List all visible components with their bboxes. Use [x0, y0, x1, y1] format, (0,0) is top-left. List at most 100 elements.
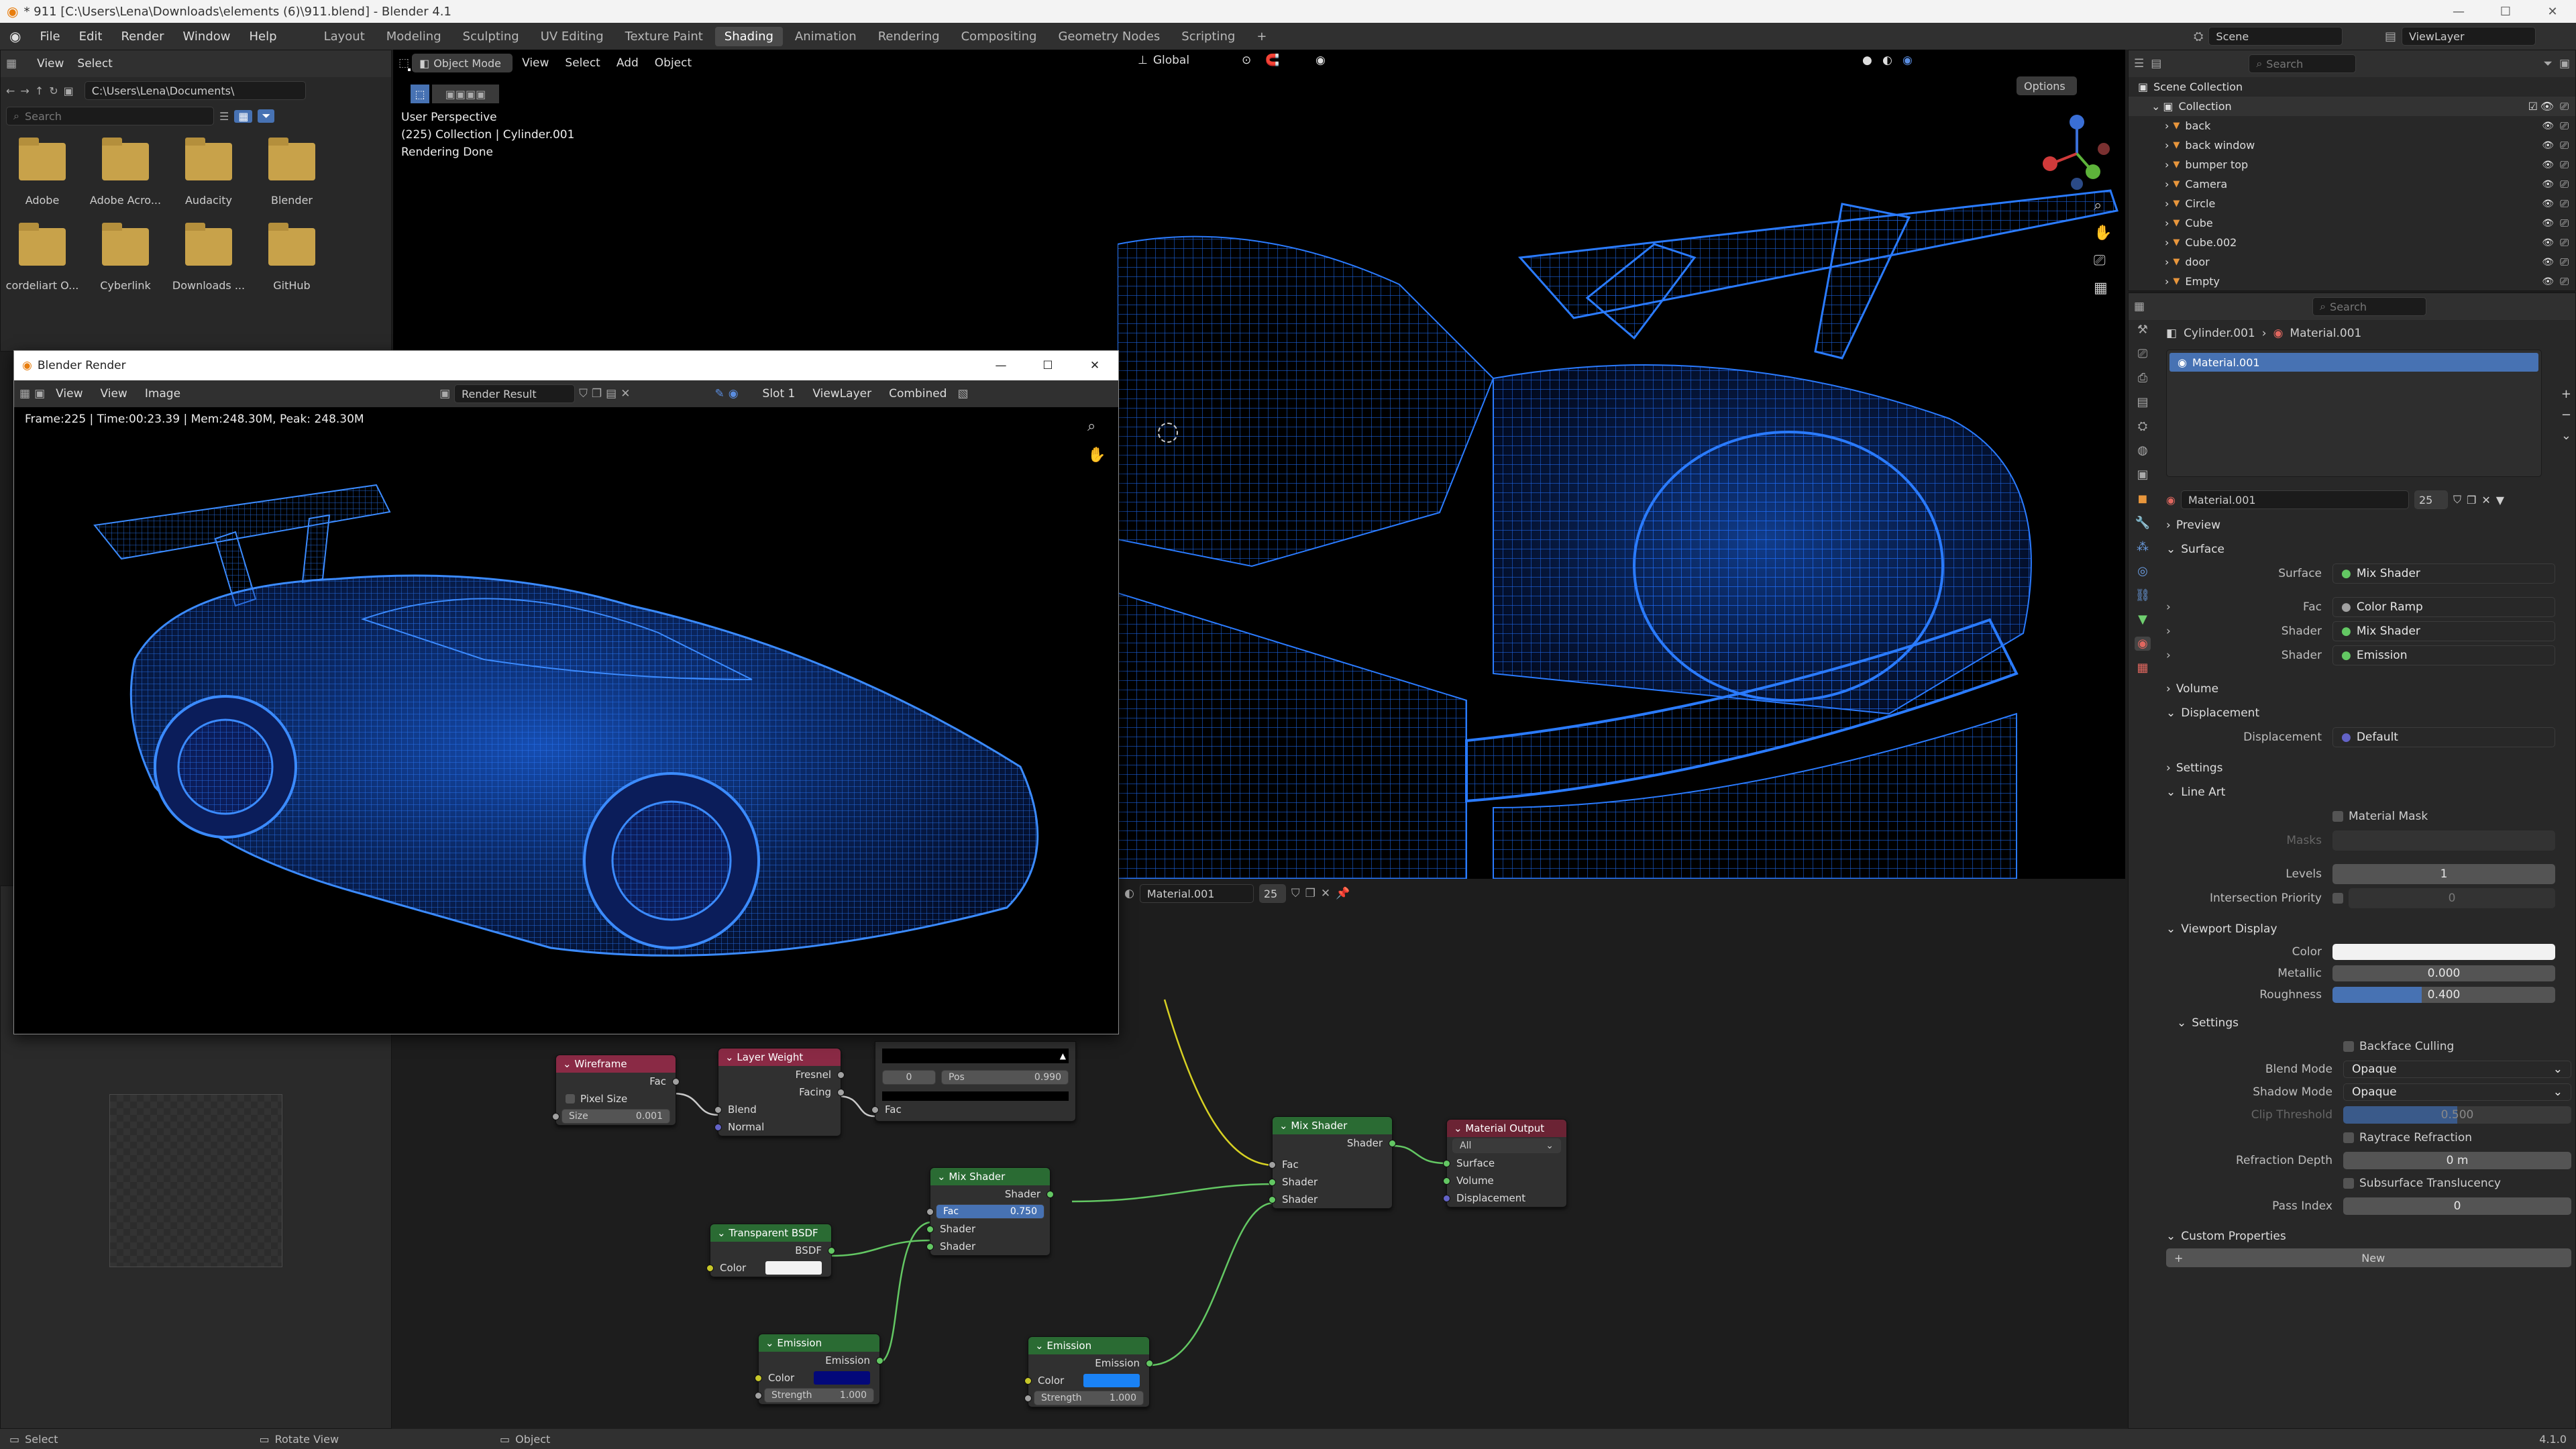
render-menu-view-2[interactable]: View	[93, 385, 133, 402]
material-browse-icon[interactable]: ◉	[2166, 494, 2176, 506]
menu-window[interactable]: Window	[174, 30, 240, 44]
list-view-icon[interactable]: ☰	[219, 110, 229, 123]
scene-tab-icon[interactable]: ⛭	[2138, 419, 2147, 433]
slot-dropdown[interactable]: Slot 1	[756, 385, 802, 402]
emission-node[interactable]: ⌄ Emission Emission Color Strength 1.000	[755, 1334, 883, 1405]
vd-color-swatch[interactable]	[2332, 944, 2555, 960]
emission-header[interactable]: ⌄ Emission	[1028, 1337, 1149, 1354]
view-layer-name[interactable]: ViewLayer	[2402, 27, 2536, 46]
size-field[interactable]: Size 0.001	[561, 1109, 670, 1124]
viewport-menu-select[interactable]: Select	[558, 54, 606, 72]
render-pass-dropdown[interactable]: Combined	[882, 385, 953, 402]
expand-icon[interactable]: ›	[2165, 119, 2169, 132]
camera-icon[interactable]: ⎚	[2560, 236, 2569, 250]
section-settings-2[interactable]: ⌄ Settings	[2158, 1011, 2575, 1035]
fac-link-field[interactable]: ● Color Ramp	[2332, 597, 2555, 617]
render-maximize-button[interactable]: ☐	[1024, 359, 1071, 372]
custom-new-button[interactable]: + New	[2166, 1248, 2571, 1267]
output-socket[interactable]	[672, 1077, 680, 1085]
white-color-swatch[interactable]	[765, 1261, 822, 1275]
filter-icon[interactable]: ⏷	[2543, 57, 2553, 70]
menu-edit[interactable]: Edit	[70, 30, 112, 44]
proportional-edit-icon[interactable]: ◉	[1316, 54, 1326, 67]
options-button[interactable]: Options	[2017, 76, 2077, 95]
layer-weight-header[interactable]: ⌄ Layer Weight	[718, 1049, 841, 1066]
material-tab-icon[interactable]: ◉	[2135, 637, 2151, 651]
material-users-field[interactable]: 25	[2414, 490, 2448, 509]
input-socket[interactable]	[755, 1374, 762, 1382]
input-socket[interactable]	[1443, 1194, 1450, 1202]
dark-blue-color-swatch[interactable]	[814, 1371, 870, 1385]
maximize-button[interactable]: ☐	[2482, 0, 2529, 23]
collapse-icon[interactable]: ⌄	[1035, 1340, 1044, 1352]
image-canvas[interactable]	[109, 1094, 282, 1267]
outliner-item[interactable]: › ▼ Circle 👁 ⎚	[2129, 194, 2575, 213]
outliner-collection[interactable]: ⌄ ▣ Collection ☑ 👁 ⎚	[2129, 97, 2575, 116]
camera-icon[interactable]: ⎚	[2560, 100, 2569, 113]
minimize-button[interactable]: —	[2435, 0, 2482, 23]
eye-icon[interactable]: 👁	[2542, 160, 2554, 170]
input-socket[interactable]	[926, 1208, 934, 1216]
viewport-menu-object[interactable]: Object	[648, 54, 698, 72]
intersection-checkbox[interactable]	[2332, 893, 2343, 904]
output-socket[interactable]	[1146, 1359, 1153, 1367]
open-image-icon[interactable]: ▤	[606, 387, 616, 400]
tab-geometry-nodes[interactable]: Geometry Nodes	[1049, 27, 1169, 46]
new-collection-icon[interactable]: ▣	[2559, 57, 2570, 70]
outliner-item[interactable]: › ▼ bumper top 👁 ⎚	[2129, 155, 2575, 174]
unlink-icon[interactable]: ✕	[2481, 494, 2490, 506]
transparent-bsdf-node[interactable]: ⌄ Transparent BSDF BSDF Color	[706, 1224, 835, 1277]
input-socket[interactable]	[1269, 1195, 1276, 1203]
expand-icon[interactable]: ›	[2166, 649, 2171, 662]
scene-selector[interactable]: ⛭ Scene	[2194, 26, 2343, 46]
physics-tab-icon[interactable]: ◎	[2137, 564, 2148, 578]
tab-scripting[interactable]: Scripting	[1172, 27, 1244, 46]
sample-tool-icon[interactable]: ✎	[714, 387, 724, 400]
pass-index-field[interactable]: 0	[2343, 1197, 2571, 1215]
input-socket[interactable]	[552, 1112, 559, 1120]
path-input[interactable]: C:\Users\Lena\Documents\	[84, 81, 306, 100]
collapse-icon[interactable]: ⌄	[1454, 1122, 1462, 1134]
mix-shader-node[interactable]: ⌄ Mix Shader Shader Fac 0.750 Shader Shad…	[926, 1167, 1054, 1256]
fake-user-icon[interactable]: ⛉	[579, 387, 588, 400]
close-button[interactable]: ✕	[2529, 0, 2576, 23]
input-socket[interactable]	[871, 1106, 879, 1114]
tab-sculpting[interactable]: Sculpting	[453, 27, 529, 46]
material-mask-row[interactable]: Material Mask	[2158, 804, 2575, 828]
expand-icon[interactable]: ›	[2165, 139, 2169, 152]
unlink-icon[interactable]: ✕	[621, 387, 630, 400]
expand-icon[interactable]: ›	[2165, 178, 2169, 191]
ramp-pos-field[interactable]: Pos 0.990	[941, 1070, 1069, 1085]
select-tool-icon[interactable]: ⬚	[411, 85, 429, 103]
view-layer-tab-icon[interactable]: ▤	[2137, 395, 2148, 409]
viewport-menu-view[interactable]: View	[515, 54, 555, 72]
outliner-item[interactable]: › ▼ back 👁 ⎚	[2129, 116, 2575, 136]
shader2-link-field[interactable]: ● Emission	[2332, 645, 2555, 665]
input-socket[interactable]	[1269, 1161, 1276, 1169]
levels-field[interactable]: 1	[2332, 864, 2555, 884]
new-image-icon[interactable]: ❐	[592, 387, 602, 400]
camera-icon[interactable]: ⎚	[2560, 217, 2569, 230]
modifier-tab-icon[interactable]: 🔧	[2135, 516, 2150, 530]
collapse-icon[interactable]: ⌄	[765, 1337, 774, 1349]
camera-icon[interactable]: ⎚	[2560, 139, 2569, 152]
metallic-slider[interactable]: 0.000	[2332, 965, 2555, 981]
folder-item[interactable]: Audacity	[168, 138, 249, 207]
input-socket[interactable]	[1269, 1178, 1276, 1186]
camera-icon[interactable]: ⎚	[2560, 119, 2569, 133]
folder-item[interactable]: Downloads ...	[168, 223, 249, 292]
transform-orientation[interactable]: ⊥ Global	[1138, 54, 1189, 67]
render-close-button[interactable]: ✕	[1071, 359, 1118, 372]
expand-icon[interactable]: ›	[2166, 625, 2171, 638]
tab-uv-editing[interactable]: UV Editing	[531, 27, 613, 46]
input-socket[interactable]	[1443, 1159, 1450, 1167]
outliner-search-input[interactable]: ⌕ Search	[2249, 54, 2357, 73]
select-mode-icon[interactable]: ▣▣▣▣	[432, 85, 499, 103]
image-browse-icon[interactable]: ▣	[439, 387, 450, 400]
input-socket[interactable]	[706, 1264, 714, 1272]
viewport-menu-add[interactable]: Add	[610, 54, 645, 72]
pivot-icon[interactable]: ⊙	[1242, 54, 1251, 67]
section-volume[interactable]: › Volume	[2158, 677, 2575, 701]
material-name-field[interactable]: Material.001	[2180, 490, 2409, 509]
section-preview[interactable]: › Preview	[2158, 513, 2575, 537]
